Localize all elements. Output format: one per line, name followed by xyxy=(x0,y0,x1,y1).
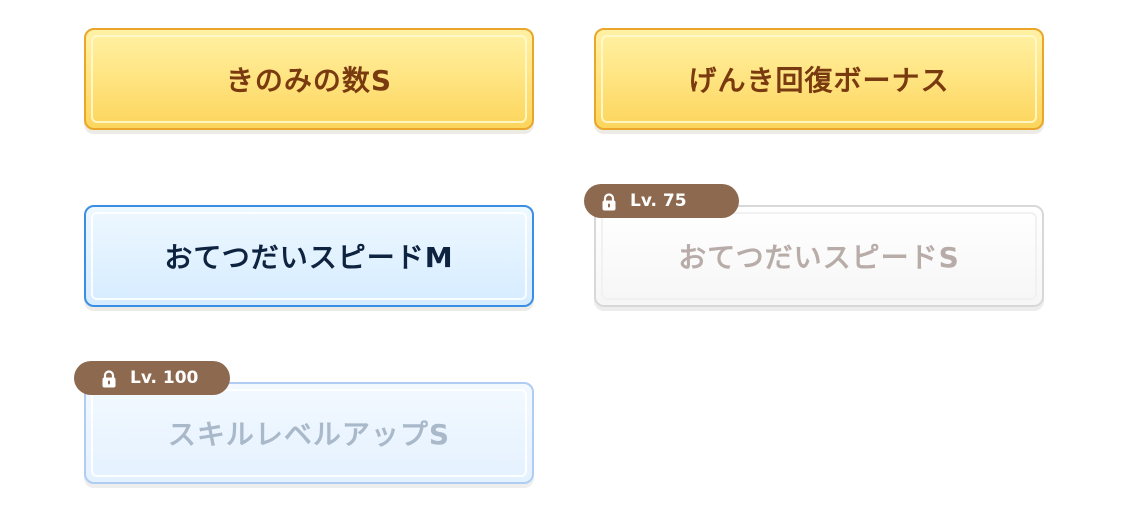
badge-level-text: Lv. 100 xyxy=(130,368,199,388)
berry-count-s-button[interactable]: きのみの数S xyxy=(84,28,534,130)
button-label: げんき回復ボーナス xyxy=(688,64,950,97)
skill-level-up-s-button[interactable]: スキルレベルアップS xyxy=(84,382,534,484)
button-label: スキルレベルアップS xyxy=(167,418,451,451)
helping-speed-s-button[interactable]: おてつだいスピードS xyxy=(594,205,1044,307)
energy-recovery-bonus-button[interactable]: げんき回復ボーナス xyxy=(594,28,1044,130)
button-label: おてつだいスピードM xyxy=(164,241,454,274)
badge-level-text: Lv. 75 xyxy=(630,191,687,211)
button-label: きのみの数S xyxy=(225,64,393,97)
helping-speed-m-button[interactable]: おてつだいスピードM xyxy=(84,205,534,307)
lock-icon xyxy=(102,370,116,388)
level-requirement-badge: Lv. 75 xyxy=(584,184,739,218)
lock-icon xyxy=(602,193,616,211)
level-requirement-badge: Lv. 100 xyxy=(74,361,230,395)
button-label: おてつだいスピードS xyxy=(678,241,960,274)
